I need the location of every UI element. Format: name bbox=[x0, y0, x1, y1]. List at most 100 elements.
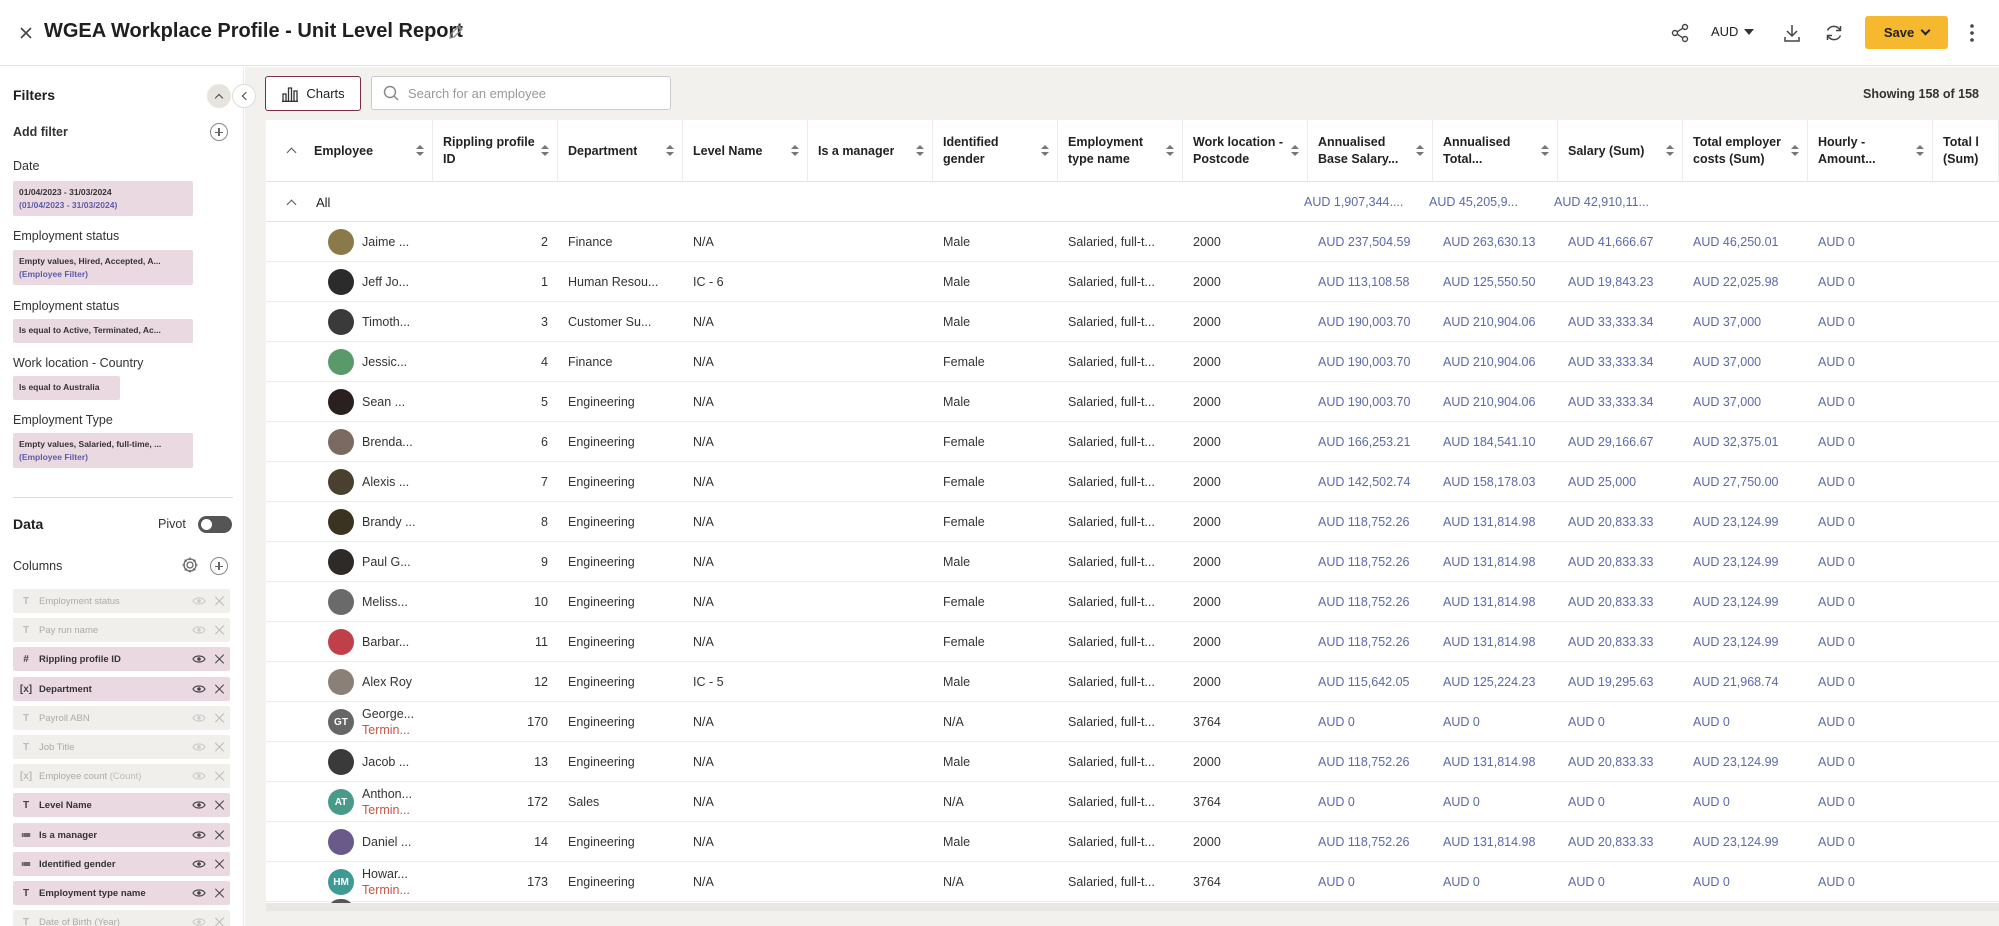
employee-name[interactable]: Alexis ... bbox=[362, 462, 409, 502]
cell-hourly[interactable]: AUD 0 bbox=[1818, 622, 1928, 662]
table-row[interactable]: AT Anthon... Termin... 172 Sales N/A N/A Salari… bbox=[266, 782, 1999, 822]
cell-base[interactable]: AUD 0 bbox=[1318, 862, 1436, 902]
cell-costs[interactable]: AUD 23,124.99 bbox=[1693, 622, 1811, 662]
cell-base[interactable]: AUD 0 bbox=[1318, 782, 1436, 822]
column-header[interactable]: Annualised Base Salary... bbox=[1308, 120, 1433, 182]
cell-salary[interactable]: AUD 29,166.67 bbox=[1568, 422, 1686, 462]
table-row[interactable]: Meliss... 10 Engineering N/A Female Salaried,… bbox=[266, 582, 1999, 622]
cell-hourly[interactable]: AUD 0 bbox=[1818, 342, 1928, 382]
table-row[interactable]: Alex Roy 12 Engineering IC - 5 Male Salaried,… bbox=[266, 662, 1999, 702]
collapse-filters-button[interactable] bbox=[207, 84, 231, 108]
column-item[interactable]: T Payroll ABN bbox=[13, 706, 230, 730]
remove-icon[interactable] bbox=[214, 800, 224, 810]
table-row[interactable]: Brandy ... 8 Engineering N/A Female Salaried,… bbox=[266, 502, 1999, 542]
cell-costs[interactable]: AUD 22,025.98 bbox=[1693, 262, 1811, 302]
all-group-row[interactable]: All AUD 1,907,344.... AUD 45,205,9... AU… bbox=[266, 182, 1999, 222]
avatar[interactable] bbox=[328, 229, 354, 255]
cell-total[interactable]: AUD 131,814.98 bbox=[1443, 542, 1561, 582]
more-vertical-icon[interactable] bbox=[1968, 22, 1976, 44]
employee-name[interactable]: Paul G... bbox=[362, 542, 411, 582]
column-header[interactable]: Total employer costs (Sum) bbox=[1683, 120, 1808, 182]
add-filter-link[interactable]: Add filter bbox=[13, 125, 68, 139]
column-item[interactable]: [x] Department bbox=[13, 677, 230, 701]
remove-icon[interactable] bbox=[214, 830, 224, 840]
table-row[interactable]: Jacob ... 13 Engineering N/A Male Salaried, f… bbox=[266, 742, 1999, 782]
avatar[interactable] bbox=[328, 669, 354, 695]
sort-icon[interactable] bbox=[1791, 145, 1799, 157]
column-header[interactable]: Department bbox=[558, 120, 683, 182]
cell-hourly[interactable]: AUD 0 bbox=[1818, 702, 1928, 742]
cell-salary[interactable]: AUD 20,833.33 bbox=[1568, 502, 1686, 542]
cell-costs[interactable]: AUD 21,968.74 bbox=[1693, 662, 1811, 702]
cell-total[interactable]: AUD 131,814.98 bbox=[1443, 582, 1561, 622]
sort-icon[interactable] bbox=[1041, 145, 1049, 157]
close-icon[interactable] bbox=[14, 21, 38, 45]
avatar[interactable] bbox=[328, 749, 354, 775]
cell-costs[interactable]: AUD 23,124.99 bbox=[1693, 742, 1811, 782]
cell-hourly[interactable]: AUD 0 bbox=[1818, 462, 1928, 502]
cell-hourly[interactable]: AUD 0 bbox=[1818, 582, 1928, 622]
cell-costs[interactable]: AUD 23,124.99 bbox=[1693, 502, 1811, 542]
cell-salary[interactable]: AUD 19,295.63 bbox=[1568, 662, 1686, 702]
remove-icon[interactable] bbox=[214, 742, 224, 752]
cell-costs[interactable]: AUD 32,375.01 bbox=[1693, 422, 1811, 462]
cell-total[interactable]: AUD 131,814.98 bbox=[1443, 622, 1561, 662]
currency-select[interactable]: AUD bbox=[1711, 24, 1755, 39]
sort-icon[interactable] bbox=[541, 145, 549, 157]
column-header[interactable]: Employment type name bbox=[1058, 120, 1183, 182]
column-item[interactable]: T Employment type name bbox=[13, 881, 230, 905]
cell-total[interactable]: AUD 184,541.10 bbox=[1443, 422, 1561, 462]
horizontal-scrollbar[interactable] bbox=[266, 903, 1999, 911]
column-item[interactable]: ≔ Identified gender bbox=[13, 852, 230, 876]
collapse-sidebar-button[interactable] bbox=[232, 84, 256, 108]
eye-icon[interactable] bbox=[192, 741, 206, 753]
remove-icon[interactable] bbox=[214, 888, 224, 898]
cell-base[interactable]: AUD 118,752.26 bbox=[1318, 502, 1436, 542]
table-row[interactable]: Jessic... 4 Finance N/A Female Salaried, full… bbox=[266, 342, 1999, 382]
cell-salary[interactable]: AUD 19,843.23 bbox=[1568, 262, 1686, 302]
cell-base[interactable]: AUD 113,108.58 bbox=[1318, 262, 1436, 302]
sort-icon[interactable] bbox=[1666, 145, 1674, 157]
all-salary-total[interactable]: AUD 1,907,344.... bbox=[1304, 195, 1403, 209]
cell-hourly[interactable]: AUD 0 bbox=[1818, 822, 1928, 862]
cell-total[interactable]: AUD 210,904.06 bbox=[1443, 342, 1561, 382]
cell-costs[interactable]: AUD 37,000 bbox=[1693, 342, 1811, 382]
pivot-toggle[interactable] bbox=[198, 516, 232, 533]
employee-name[interactable]: Timoth... bbox=[362, 302, 410, 342]
sort-icon[interactable] bbox=[666, 145, 674, 157]
sort-icon[interactable] bbox=[791, 145, 799, 157]
cell-base[interactable]: AUD 118,752.26 bbox=[1318, 582, 1436, 622]
cell-hourly[interactable]: AUD 0 bbox=[1818, 502, 1928, 542]
cell-base[interactable]: AUD 190,003.70 bbox=[1318, 302, 1436, 342]
cell-salary[interactable]: AUD 25,000 bbox=[1568, 462, 1686, 502]
cell-costs[interactable]: AUD 0 bbox=[1693, 862, 1811, 902]
employee-name[interactable]: George... Termin... bbox=[362, 702, 414, 742]
cell-hourly[interactable]: AUD 0 bbox=[1818, 382, 1928, 422]
all-costs-total[interactable]: AUD 45,205,9... bbox=[1429, 195, 1518, 209]
employee-name[interactable]: Jacob ... bbox=[362, 742, 409, 782]
cell-total[interactable]: AUD 158,178.03 bbox=[1443, 462, 1561, 502]
table-row[interactable]: Alexis ... 7 Engineering N/A Female Salaried,… bbox=[266, 462, 1999, 502]
employee-name[interactable]: Sean ... bbox=[362, 382, 405, 422]
avatar[interactable] bbox=[328, 469, 354, 495]
eye-icon[interactable] bbox=[192, 829, 206, 841]
filter-chip-employment-status[interactable]: Empty values, Hired, Accepted, A... (Emp… bbox=[13, 250, 193, 285]
eye-icon[interactable] bbox=[192, 653, 206, 665]
table-row[interactable]: Paul G... 9 Engineering N/A Male Salaried, fu… bbox=[266, 542, 1999, 582]
cell-total[interactable]: AUD 0 bbox=[1443, 782, 1561, 822]
cell-salary[interactable]: AUD 20,833.33 bbox=[1568, 582, 1686, 622]
cell-base[interactable]: AUD 118,752.26 bbox=[1318, 822, 1436, 862]
cell-salary[interactable]: AUD 20,833.33 bbox=[1568, 542, 1686, 582]
table-row[interactable]: Timoth... 3 Customer Su... N/A Male Salaried,… bbox=[266, 302, 1999, 342]
avatar[interactable]: GT bbox=[328, 709, 354, 735]
filter-chip-employment-type[interactable]: Empty values, Salaried, full-time, ... (… bbox=[13, 433, 193, 468]
sort-icon[interactable] bbox=[1166, 145, 1174, 157]
refresh-icon[interactable] bbox=[1823, 22, 1845, 44]
column-header[interactable]: Is a manager bbox=[808, 120, 933, 182]
pencil-icon[interactable] bbox=[447, 23, 465, 41]
column-item[interactable]: T Job Title bbox=[13, 735, 230, 759]
cell-hourly[interactable]: AUD 0 bbox=[1818, 222, 1928, 262]
cell-salary[interactable]: AUD 0 bbox=[1568, 782, 1686, 822]
cell-hourly[interactable]: AUD 0 bbox=[1818, 862, 1928, 902]
cell-base[interactable]: AUD 190,003.70 bbox=[1318, 342, 1436, 382]
